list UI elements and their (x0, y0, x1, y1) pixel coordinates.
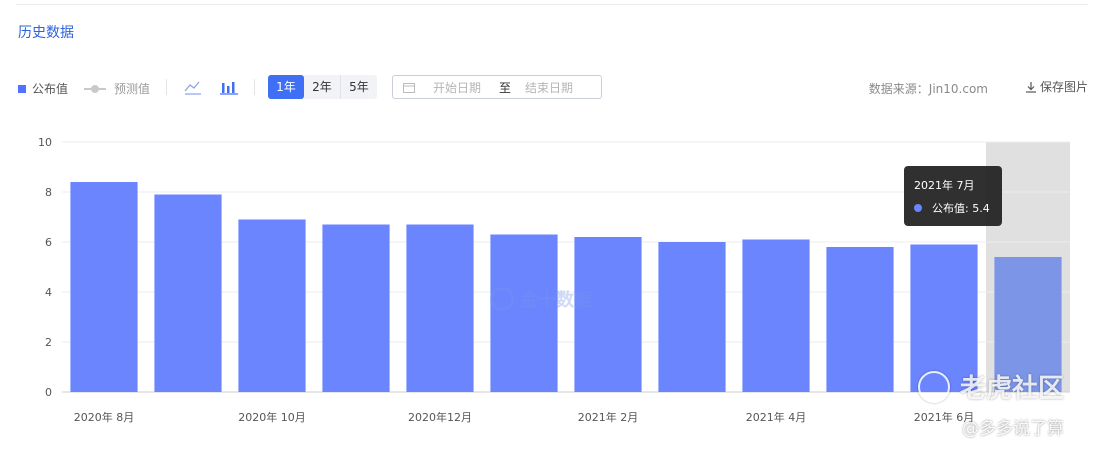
x-tick-label: 2020年12月 (408, 410, 472, 424)
chart-tooltip: 2021年 7月 公布值: 5.4 (904, 166, 1002, 226)
watermark-center-text: 金十数据 (520, 290, 592, 311)
tooltip-row: 公布值: 5.4 (914, 200, 990, 216)
x-tick-label: 2021年 4月 (746, 410, 807, 424)
bar[interactable] (658, 242, 726, 392)
y-tick-label: 6 (45, 236, 52, 249)
bar[interactable] (70, 182, 138, 392)
bar[interactable] (238, 219, 306, 393)
y-tick-label: 8 (45, 186, 52, 199)
tooltip-dot-icon (914, 204, 922, 212)
watermark-center: 金十数据 (490, 286, 592, 312)
bar[interactable] (574, 237, 642, 392)
bar[interactable] (322, 224, 390, 393)
y-tick-label: 2 (45, 336, 52, 349)
x-tick-label: 2020年 8月 (74, 410, 135, 424)
bar[interactable] (490, 234, 558, 393)
y-tick-label: 0 (45, 386, 52, 399)
y-tick-label: 4 (45, 286, 52, 299)
tooltip-title: 2021年 7月 (914, 179, 975, 192)
x-tick-label: 2021年 2月 (578, 410, 639, 424)
bar[interactable] (826, 247, 894, 392)
x-tick-label: 2020年 10月 (238, 410, 306, 424)
tooltip-value: 公布值: 5.4 (932, 202, 990, 215)
watermark-handle: @多多说了算 (962, 419, 1064, 439)
bar[interactable] (406, 224, 474, 393)
y-tick-label: 10 (38, 136, 52, 149)
community-logo-icon (918, 370, 950, 403)
bar[interactable] (742, 239, 810, 393)
watermark-corner-text: 老虎社区 (960, 374, 1065, 404)
bar[interactable] (154, 194, 222, 393)
watermark-corner: 老虎社区 (918, 368, 1064, 405)
watermark-logo-icon (490, 287, 514, 311)
